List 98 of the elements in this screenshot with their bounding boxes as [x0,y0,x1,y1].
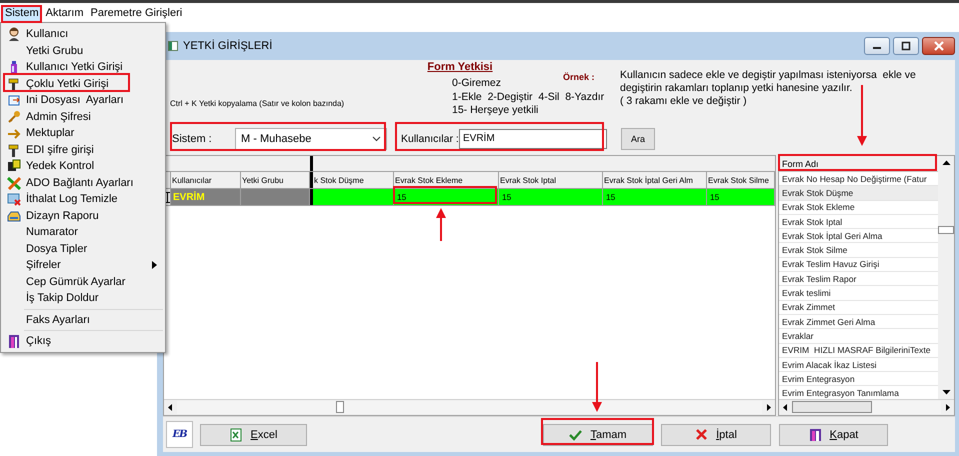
menu-item[interactable]: Yetki Grubu [26,44,84,57]
legend-text: 15- Herşeye yetkili [452,104,538,118]
door-icon [808,428,822,442]
menu-item[interactable]: Ini Dosyası Ayarları [26,94,124,106]
list-item[interactable]: Evrak Teslim Havuz Girişi [779,258,938,272]
picture-icon [7,192,21,206]
menu-item[interactable]: Numarator [26,226,78,238]
document-icon [7,93,21,108]
field-label: Sistem : [172,132,213,144]
menu-item[interactable]: Cep Gümrük Ayarlar [26,276,126,288]
menu-item[interactable]: Admin Şifresi [26,110,91,123]
list-item[interactable]: Evrak Stok Düşme [779,186,938,201]
scroll-thumb[interactable] [336,401,344,413]
column-header[interactable]: Evrak Stok Iptal [499,172,603,188]
menu-item[interactable]: Kullanıcı [26,28,68,40]
scroll-thumb[interactable] [938,226,954,234]
window-icon [168,41,178,51]
list-item[interactable]: Evrak teslimi [779,286,938,301]
logo-button[interactable]: EB [166,421,193,448]
close-icon [932,41,944,51]
tray-icon [7,208,21,223]
menu-item[interactable]: Çıkış [26,335,52,348]
minimize-button[interactable] [864,37,890,55]
highlight-box [1,5,42,23]
hammer-icon [7,76,21,91]
hammer-icon [7,142,21,157]
column-header[interactable]: Evrak Stok Silme [707,172,775,188]
form-permission-title: Form Yetkisi [426,61,494,73]
text-cursor-icon [164,192,170,202]
menu-item[interactable]: Şifreler [26,259,61,272]
column-header[interactable]: k Stok Düşme [310,172,394,188]
spreadsheet-icon [230,428,243,442]
menu-item[interactable]: İş Takip Doldur [26,292,99,304]
tools-icon [7,176,21,190]
hint-text: Ctrl + K Yetki kopyalama (Satır ve kolon bazında) [170,99,346,108]
list-item[interactable]: Evrak Stok Silme [779,243,938,258]
cancel-button[interactable]: İptal [661,424,771,446]
list-item[interactable]: Evrak Zimmet Geri Alma [779,314,938,330]
chevron-icon [372,136,381,142]
close-button[interactable]: Kapat [779,424,888,446]
arrow [857,85,867,146]
table-cell[interactable] [310,189,394,205]
maximize-icon [901,41,911,51]
list-item[interactable]: Evraklar [779,329,938,344]
table-cell[interactable]: 15 [707,189,775,205]
list-item[interactable]: Evrak Stok Iptal [779,214,938,230]
table-cell[interactable] [241,189,310,205]
menu-item[interactable]: EDI şifre girişi [26,144,94,156]
list-item[interactable]: Evrak Zimmet [779,300,938,315]
menu-bar-item[interactable]: Aktarım [42,4,87,20]
table-cell[interactable]: 15 [499,189,603,205]
legend-text: 1-Ekle 2-Degiştir 4-Sil 8-Yazdır [452,90,604,104]
example-text: Kullanıcın sadece ekle ve degiştir yapılması isteniyorsa ekle ve degiştirin rakamları toplanıp yetki hanesine yazılır. ( 3 rakamı ekle ve değiştir ) [620,68,916,108]
list-item[interactable]: Evrim Entegrasyon [779,372,938,386]
example-label: Örnek : [563,71,596,82]
menu-item[interactable]: Mektuplar [26,127,74,140]
search-button[interactable]: Ara [621,128,655,150]
user-input-field[interactable]: EVRİM [459,128,607,148]
check-icon [569,428,582,442]
window-title: YETKİ GİRİŞLERİ [183,40,272,52]
close-button[interactable] [922,37,955,55]
legend-text: 0-Giremez [452,77,502,90]
column-header[interactable]: Yetki Grubu [241,172,310,188]
arrow [592,362,602,412]
ok-button[interactable]: Tamam [543,424,653,446]
maximize-button[interactable] [893,37,919,55]
scroll-thumb[interactable] [792,401,872,413]
person-icon [7,27,21,42]
list-item[interactable]: Evrak Stok Ekleme [779,200,938,215]
vertical-scrollbar[interactable] [938,156,954,399]
horizontal-scrollbar[interactable] [779,399,954,415]
menu-item[interactable]: Kullanıcı Yetki Girişi [26,61,123,74]
system-dropdown[interactable]: M - Muhasebe [235,128,387,150]
excel-button[interactable]: Excel [200,424,307,446]
menu-item[interactable]: İthalat Log Temizle [26,193,118,206]
menu-item[interactable]: Dosya Tipler [26,242,88,255]
menu-item[interactable]: Faks Ayarları [26,314,90,326]
key-icon [7,110,21,124]
horizontal-scrollbar[interactable] [164,399,775,415]
table-cell[interactable]: 15 [603,189,707,205]
field-label: Kullanıcılar : [401,132,459,144]
list-item[interactable]: Evrim Alacak İkaz Listesi [779,358,938,372]
menu-item[interactable]: Dizayn Raporu [26,210,99,222]
menu-bar-item[interactable]: Paremetre Girişleri [88,4,186,20]
table-cell[interactable]: EVRİM [171,189,241,205]
list-item[interactable]: Evrak Stok İptal Geri Alma [779,229,938,244]
arrow [436,208,446,241]
menu-item[interactable]: Çoklu Yetki Girişi [26,78,109,90]
menu-item[interactable]: ADO Bağlantı Ayarları [26,176,134,189]
list-item[interactable]: Evrak Teslim Rapor [779,272,938,286]
column-header[interactable]: Evrak Stok İptal Geri Alm [603,172,707,188]
list-item[interactable]: EVRIM HIZLI MASRAF BilgileriniTexte [779,344,938,358]
monitor-icon [7,159,21,174]
door-icon [7,334,21,348]
submenu-arrow-icon [152,261,157,269]
menu-item[interactable]: Yedek Kontrol [26,160,94,172]
close-icon [695,428,708,442]
column-header[interactable]: Kullanıcılar [171,172,241,188]
